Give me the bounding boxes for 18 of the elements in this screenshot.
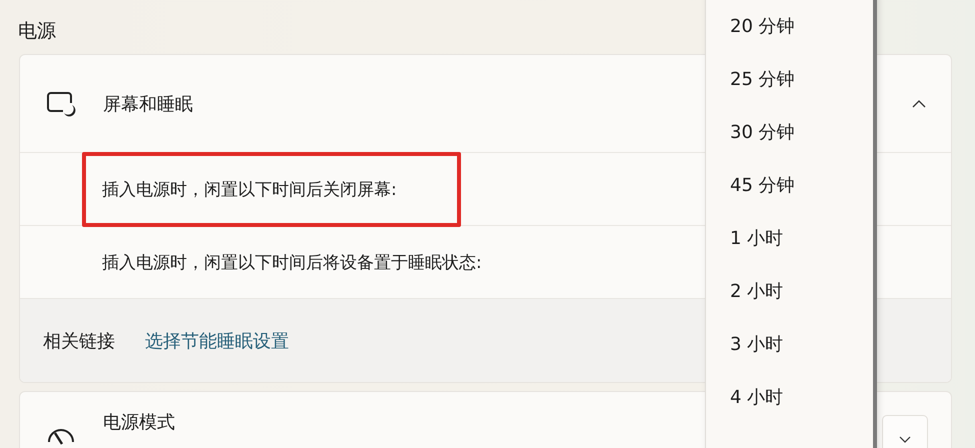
- dropdown-option[interactable]: 4 小时: [706, 383, 873, 436]
- setting-label: 插入电源时，闲置以下时间后将设备置于睡眠状态:: [102, 252, 482, 274]
- dropdown-option[interactable]: 45 分钟: [706, 171, 873, 224]
- section-title: 电源: [18, 19, 56, 44]
- dropdown-option[interactable]: 30 分钟: [706, 118, 873, 171]
- dropdown-option[interactable]: 1 小时: [706, 224, 873, 277]
- power-sleep-link[interactable]: 选择节能睡眠设置: [145, 328, 289, 352]
- screen-sleep-icon: [46, 90, 76, 116]
- dropdown-option[interactable]: 3 小时: [706, 330, 873, 383]
- chevron-icon[interactable]: [912, 100, 926, 108]
- card-title: 屏幕和睡眠: [103, 92, 194, 116]
- dropdown-option[interactable]: 2 小时: [706, 277, 873, 330]
- related-links-label: 相关链接: [43, 330, 115, 352]
- power-mode-title: 电源模式: [103, 412, 175, 434]
- dropdown-option[interactable]: 25 分钟: [706, 65, 873, 118]
- chevron-icon: [899, 436, 911, 442]
- setting-label: 插入电源时，闲置以下时间后关闭屏幕:: [82, 152, 461, 226]
- dropdown-option[interactable]: 20 分钟: [706, 12, 873, 65]
